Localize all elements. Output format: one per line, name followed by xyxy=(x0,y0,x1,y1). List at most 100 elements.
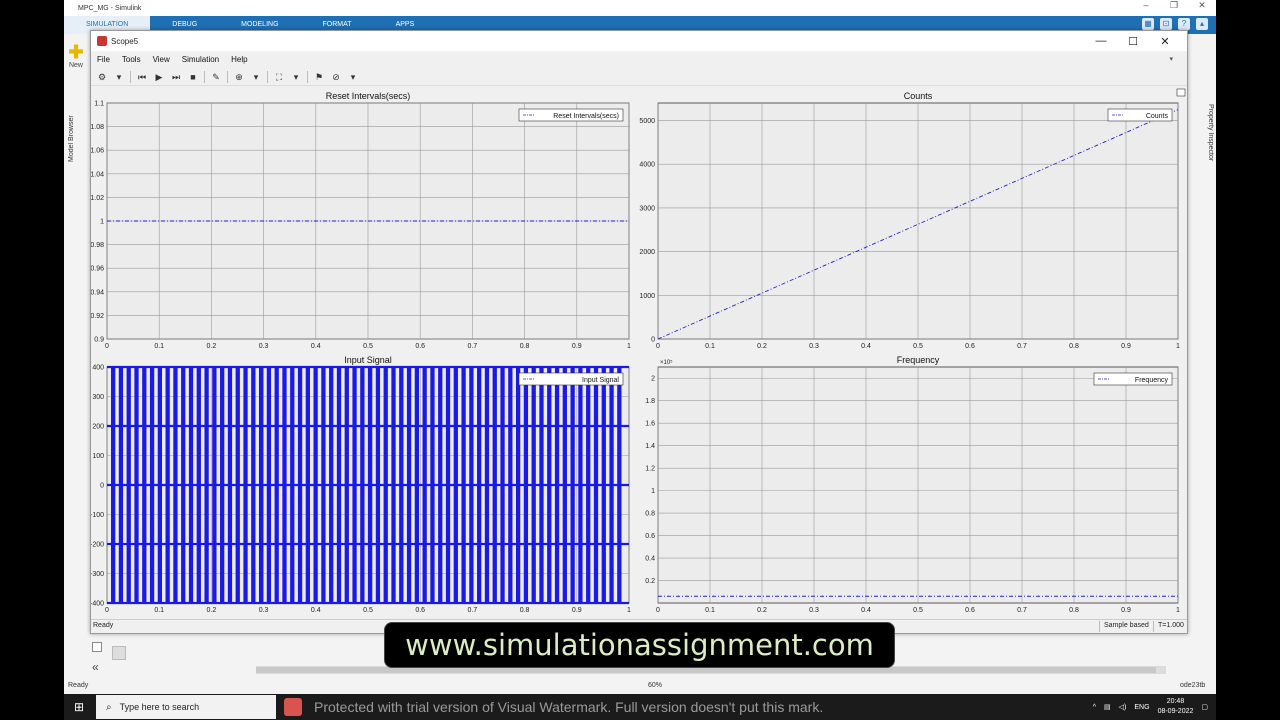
simulink-title-bar: MPC_MG - Simulink – ❐ ✕ xyxy=(64,0,1216,16)
y-tick-label: 300 xyxy=(92,394,104,401)
axes-title: Frequency xyxy=(897,355,940,365)
y-tick-label: 1 xyxy=(651,488,655,495)
scope-plot-area: Reset Intervals(secs) 0 0.1 0.2 0.3 0.4 0.5 0.6… xyxy=(90,87,1187,619)
toolbar-separator xyxy=(130,70,131,83)
y-tick-label: 2 xyxy=(651,376,655,383)
x-tick-label: 0.7 xyxy=(468,607,478,614)
maximize-icon[interactable]: ❐ xyxy=(1160,0,1188,11)
scope-maximize-icon[interactable]: ☐ xyxy=(1117,35,1149,48)
stop-icon[interactable]: ■ xyxy=(187,71,199,83)
scope-window-controls: — ☐ ✕ xyxy=(1085,31,1181,51)
x-tick-label: 0.3 xyxy=(259,607,269,614)
collapse-icon[interactable]: ▴ xyxy=(1196,18,1208,30)
x-tick-label: 0.2 xyxy=(207,343,217,350)
network-icon[interactable]: ▤ xyxy=(1104,703,1111,711)
volume-icon[interactable]: ◁) xyxy=(1119,703,1127,711)
cursor-icon[interactable]: ⊘ xyxy=(330,71,342,83)
y-tick-label: 1.04 xyxy=(91,171,104,178)
x-tick-label: 0.3 xyxy=(259,343,269,350)
x-tick-label: 0.7 xyxy=(468,343,478,350)
dropdown-icon[interactable]: ▾ xyxy=(290,71,302,83)
taskbar-search-box[interactable]: ⌕ Type here to search xyxy=(96,695,276,719)
step-back-icon[interactable]: ⏮ xyxy=(136,71,148,83)
y-tick-label: 1.8 xyxy=(645,398,655,405)
highlight-icon[interactable]: ✎ xyxy=(210,71,222,83)
dropdown-icon[interactable]: ▾ xyxy=(113,71,125,83)
toolbar-separator xyxy=(204,70,205,83)
menu-view[interactable]: View xyxy=(153,55,170,64)
dock-icon[interactable]: ▾ xyxy=(1169,55,1173,63)
y-tick-label: 0 xyxy=(100,483,104,490)
app-icon[interactable] xyxy=(284,698,302,716)
menu-tools[interactable]: Tools xyxy=(122,55,141,64)
language-indicator[interactable]: ENG xyxy=(1134,704,1149,711)
block-icon[interactable] xyxy=(112,646,126,660)
y-tick-label: 0.2 xyxy=(645,578,655,585)
website-banner: www.simulationassignment.com xyxy=(384,622,895,668)
pin-icon[interactable]: ⊡ xyxy=(1160,18,1172,30)
notification-icon[interactable]: ▢ xyxy=(1201,703,1208,711)
x-tick-label: 0.4 xyxy=(861,343,871,350)
run-icon[interactable]: ▶ xyxy=(153,71,165,83)
x-tick-label: 0.1 xyxy=(705,343,715,350)
autoscale-icon[interactable]: ⛶ xyxy=(273,71,285,83)
x-tick-label: 0.1 xyxy=(154,343,164,350)
dropdown-icon[interactable]: ▾ xyxy=(347,71,359,83)
model-icon[interactable] xyxy=(92,642,102,652)
y-tick-label: 0.9 xyxy=(94,337,104,344)
y-tick-label: 1.6 xyxy=(645,421,655,428)
scope-minimize-icon[interactable]: — xyxy=(1085,35,1117,47)
menu-simulation[interactable]: Simulation xyxy=(182,55,219,64)
exponent-label: ×10⁵ xyxy=(660,359,673,366)
zoom-in-icon[interactable]: ⊕ xyxy=(233,71,245,83)
property-inspector-tab[interactable]: Property Inspector xyxy=(1200,104,1214,174)
help-icon[interactable]: ? xyxy=(1178,18,1190,30)
plots-svg: Reset Intervals(secs) 0 0.1 0.2 0.3 0.4 0.5 0.6… xyxy=(90,88,1186,614)
matlab-icon xyxy=(97,36,107,46)
y-tick-label: -300 xyxy=(91,571,104,578)
menu-help[interactable]: Help xyxy=(231,55,247,64)
close-icon[interactable]: ✕ xyxy=(1188,0,1216,11)
legend-label: Input Signal xyxy=(582,377,619,384)
x-tick-label: 0.8 xyxy=(1069,607,1079,614)
x-tick-label: 0 xyxy=(656,607,660,614)
step-forward-icon[interactable]: ⏭ xyxy=(170,71,182,83)
chevron-up-icon[interactable]: ^ xyxy=(1093,704,1096,711)
dropdown-icon[interactable]: ▾ xyxy=(250,71,262,83)
grid-icon[interactable]: ▦ xyxy=(1142,18,1154,30)
y-tick-label: 0.8 xyxy=(645,511,655,518)
scope-title-bar: Scope5 — ☐ ✕ xyxy=(91,31,1187,51)
x-tick-label: 0.6 xyxy=(415,343,425,350)
clock[interactable]: 20:48 08-09-2022 xyxy=(1158,697,1194,717)
clock-date: 08-09-2022 xyxy=(1157,708,1194,715)
toolbar-separator xyxy=(227,70,228,83)
quick-access-toolbar: ▦ ⊡ ? ▴ xyxy=(1142,18,1208,30)
new-icon: ✚ xyxy=(68,42,84,62)
y-tick-label: 1.02 xyxy=(91,195,104,202)
y-tick-label: 0.94 xyxy=(91,289,104,296)
y-tick-label: 4000 xyxy=(639,162,655,169)
x-tick-label: 0.6 xyxy=(965,343,975,350)
scope-close-icon[interactable]: ✕ xyxy=(1149,35,1181,48)
window-title: MPC_MG - Simulink xyxy=(78,4,142,12)
simulink-window: MPC_MG - Simulink – ❐ ✕ SIMULATION DEBUG… xyxy=(64,0,1216,694)
collapse-chevron-icon[interactable]: « xyxy=(92,660,99,674)
model-browser-tab[interactable]: Model Browser xyxy=(68,108,82,162)
search-icon: ⌕ xyxy=(106,701,112,713)
trigger-icon[interactable]: ⚑ xyxy=(313,71,325,83)
window-controls: – ❐ ✕ xyxy=(1132,0,1216,11)
windows-start-icon[interactable]: ⊞ xyxy=(74,700,88,714)
scope-title: Scope5 xyxy=(111,36,139,46)
legend-label: Counts xyxy=(1146,113,1169,120)
y-tick-label: 0.6 xyxy=(645,533,655,540)
x-tick-label: 0.4 xyxy=(311,343,321,350)
x-tick-label: 1 xyxy=(1176,607,1180,614)
minimize-icon[interactable]: – xyxy=(1132,0,1160,11)
x-tick-label: 0.9 xyxy=(1121,607,1131,614)
new-button[interactable]: ✚ New xyxy=(68,42,84,69)
x-tick-label: 0.3 xyxy=(809,607,819,614)
x-tick-label: 0.4 xyxy=(861,607,871,614)
settings-icon[interactable]: ⚙ xyxy=(96,71,108,83)
y-tick-label: -200 xyxy=(91,542,104,549)
menu-file[interactable]: File xyxy=(97,55,110,64)
